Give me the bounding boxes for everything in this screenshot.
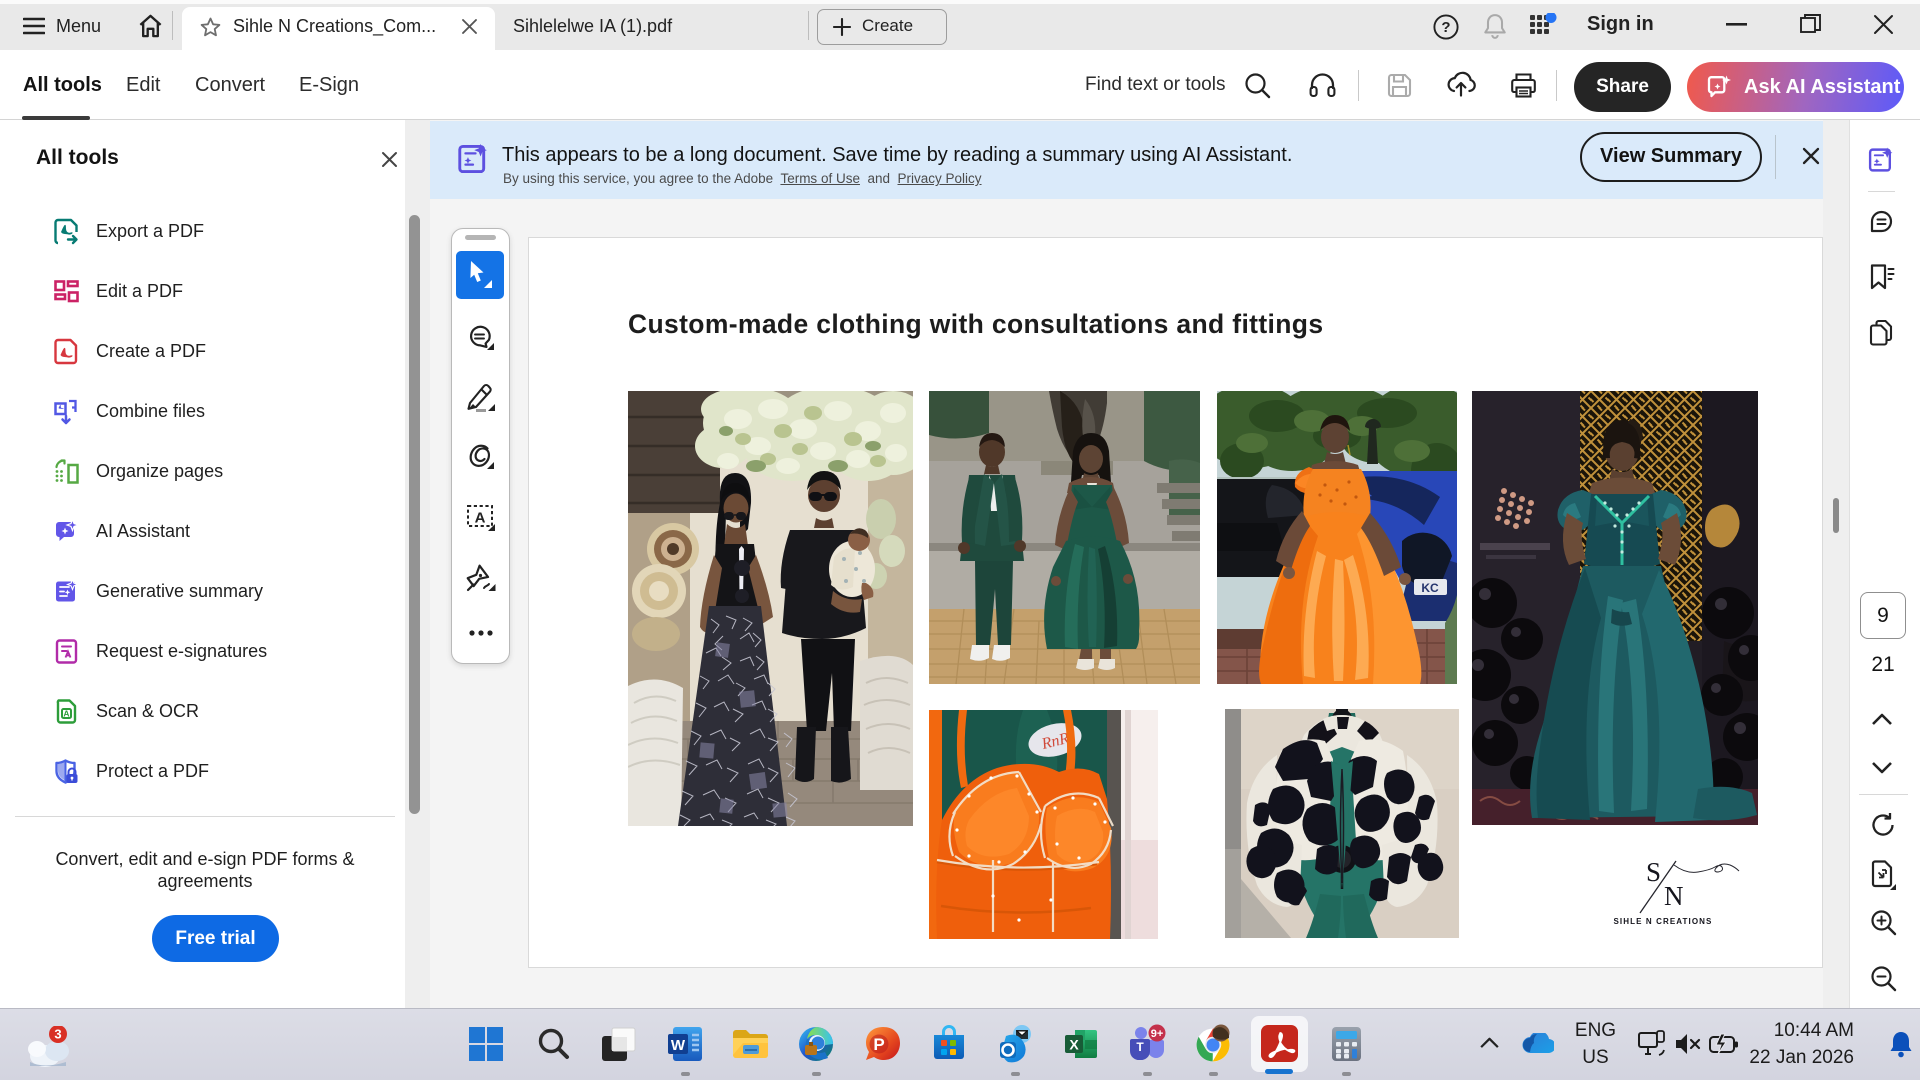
- svg-text:3: 3: [54, 1027, 61, 1042]
- svg-text:A: A: [63, 709, 69, 719]
- svg-text:N: N: [1664, 881, 1684, 911]
- svg-text:S: S: [1646, 857, 1661, 887]
- svg-text:9+: 9+: [1151, 1028, 1164, 1040]
- svg-text:T: T: [1136, 1040, 1144, 1054]
- svg-text:?: ?: [1441, 19, 1450, 36]
- svg-text:X: X: [1069, 1037, 1079, 1053]
- svg-text:P: P: [873, 1035, 884, 1054]
- svg-text:KC: KC: [1421, 581, 1439, 595]
- svg-text:A: A: [475, 510, 486, 527]
- svg-text:W: W: [671, 1037, 686, 1054]
